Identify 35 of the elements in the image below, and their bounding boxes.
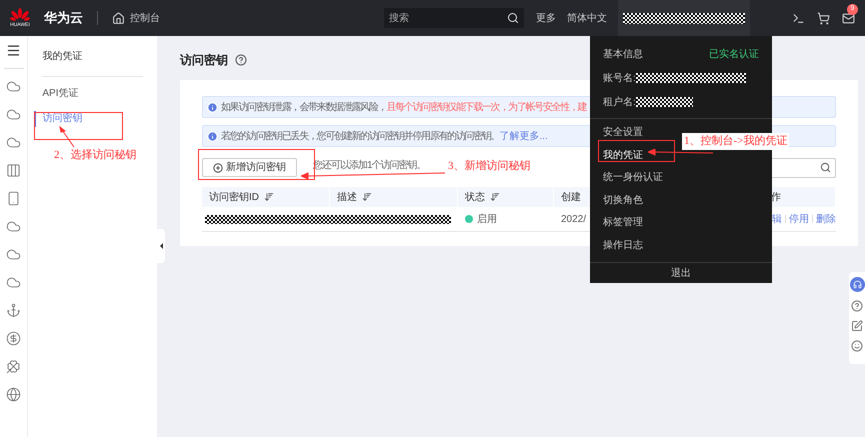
- menu-label: 租户名:: [603, 96, 636, 110]
- status-text: 启用: [477, 212, 497, 226]
- column-header: 创建: [561, 190, 581, 204]
- column-header: 状态: [465, 190, 485, 204]
- menu-label: 基本信息: [603, 48, 643, 62]
- action-link[interactable]: 辑: [772, 212, 782, 226]
- nav-link[interactable]: 简体中文: [567, 10, 607, 26]
- sidebar-title: 我的凭证: [42, 50, 84, 64]
- menu-item[interactable]: 统一身份认证: [603, 167, 663, 190]
- brand-name[interactable]: 华为云: [44, 8, 83, 28]
- page-title: 访问密钥: [180, 52, 228, 69]
- column-header: 访问密钥ID: [209, 190, 259, 204]
- info-text: 如果访问密钥泄露，会带来数据泄露风险，且每个访问密钥仅能下载一次，为了帐号安全性，建: [221, 100, 586, 114]
- nav-link[interactable]: 更多: [536, 10, 556, 26]
- logout-item[interactable]: 退出: [671, 266, 691, 280]
- annotation-text: 3、新增访问秘钥: [448, 158, 530, 174]
- created-time: 2022/: [561, 214, 586, 224]
- menu-item[interactable]: 安全设置: [603, 122, 643, 144]
- annotation-text: 1、控制台->我的凭证: [682, 133, 790, 150]
- annotation-text: 2、选择访问秘钥: [54, 148, 136, 163]
- add-key-button[interactable]: 新增访问密钥: [202, 158, 297, 177]
- verified-status: 已实名认证: [709, 48, 759, 62]
- action-link[interactable]: 删除: [816, 212, 836, 226]
- menu-item[interactable]: 我的凭证: [603, 144, 643, 167]
- menu-item[interactable]: 标签管理: [603, 212, 643, 234]
- menu-item[interactable]: 切换角色: [603, 190, 643, 212]
- search-field[interactable]: 搜索: [384, 8, 524, 28]
- menu-label: 账号名:: [603, 72, 636, 86]
- console-link[interactable]: 控制台: [130, 10, 160, 26]
- column-header: 描述: [337, 190, 357, 204]
- column-header: 作: [771, 190, 781, 204]
- info-text: 若您的访问密钥已丢失，您可创建新的访问密钥并停用原有的访问密钥。了解更多...: [221, 130, 548, 144]
- action-link[interactable]: 停用: [789, 212, 809, 226]
- sidebar-item[interactable]: API凭证: [42, 86, 78, 102]
- menu-item[interactable]: 操作日志: [603, 234, 643, 257]
